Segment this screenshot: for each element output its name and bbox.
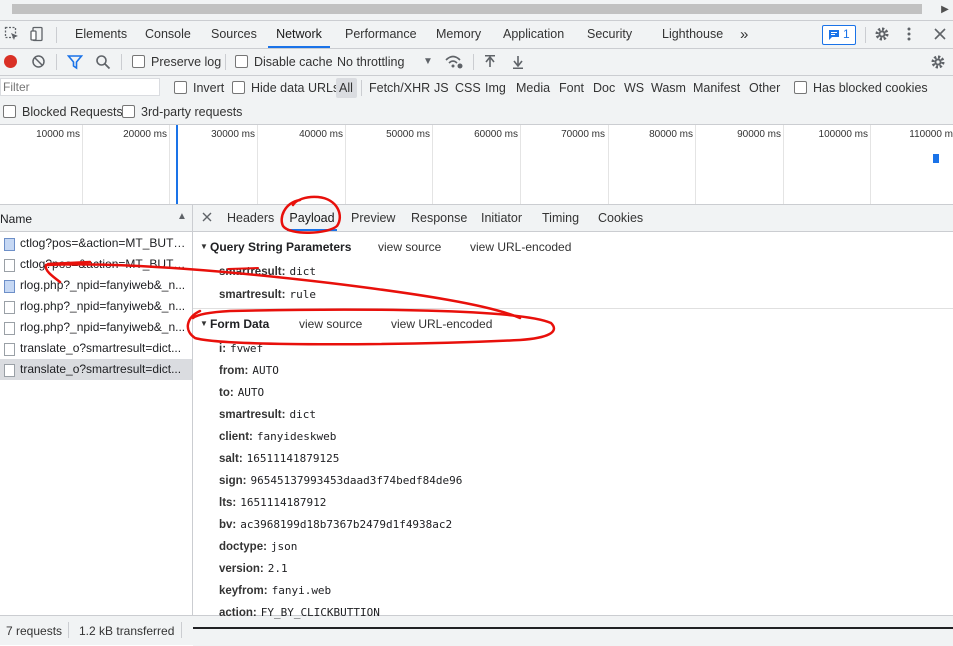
form-data-circle-annotation (186, 308, 556, 346)
underline-stroke-annotation (227, 267, 259, 270)
arrow-hook-annotation (44, 263, 62, 284)
red-annotation-overlay (44, 195, 556, 346)
payload-circle-annotation (280, 195, 342, 234)
